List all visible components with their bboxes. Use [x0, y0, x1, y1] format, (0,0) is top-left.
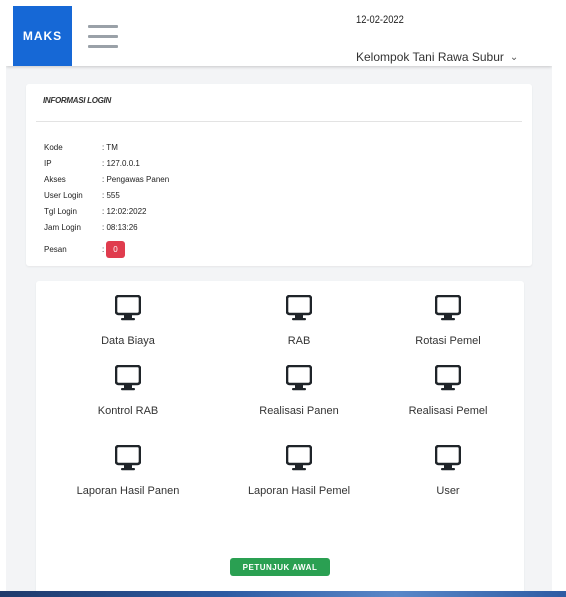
menu-tile-realisasi-panen[interactable]: Realisasi Panen: [219, 365, 379, 417]
monitor-icon: [286, 365, 312, 391]
group-name: Kelompok Tani Rawa Subur: [356, 50, 504, 64]
monitor-icon: [115, 295, 141, 321]
monitor-icon: [435, 445, 461, 471]
info-row-tgl-login: Tgl Login: 12:02:2022: [44, 206, 147, 216]
menu-tile-rab[interactable]: RAB: [219, 295, 379, 347]
top-bar: MAKS 12-02-2022 Kelompok Tani Rawa Subur…: [6, 6, 552, 66]
menu-tile-label: Kontrol RAB: [97, 405, 159, 417]
current-date: 12-02-2022: [356, 14, 404, 26]
monitor-icon: [115, 365, 141, 391]
monitor-icon: [286, 295, 312, 321]
menu-tile-label: Realisasi Panen: [259, 405, 339, 417]
menu-tile-label: Realisasi Pemel: [408, 405, 488, 417]
menu-card: Data Biaya RAB Rotasi Pemel Kontrol RAB …: [36, 281, 524, 591]
brand-logo[interactable]: MAKS: [13, 6, 72, 66]
monitor-icon: [286, 445, 312, 471]
menu-tile-laporan-hasil-panen[interactable]: Laporan Hasil Panen: [48, 445, 208, 497]
login-info-card: INFORMASI LOGIN Kode: TM IP: 127.0.0.1 A…: [26, 84, 532, 266]
app-frame: MAKS 12-02-2022 Kelompok Tani Rawa Subur…: [6, 6, 552, 591]
info-row-kode: Kode: TM: [44, 142, 118, 152]
menu-tile-label: RAB: [287, 335, 311, 347]
menu-tile-data-biaya[interactable]: Data Biaya: [48, 295, 208, 347]
monitor-icon: [115, 445, 141, 471]
menu-tile-label: Laporan Hasil Pemel: [247, 485, 351, 497]
monitor-icon: [435, 295, 461, 321]
monitor-icon: [435, 365, 461, 391]
info-row-ip: IP: 127.0.0.1: [44, 158, 140, 168]
login-info-title: INFORMASI LOGIN: [43, 96, 111, 105]
chevron-down-icon: ⌄: [509, 51, 519, 63]
menu-tile-label: Laporan Hasil Panen: [76, 485, 180, 497]
start-guide-button[interactable]: PETUNJUK AWAL: [230, 558, 330, 576]
login-info-list: Kode: TM IP: 127.0.0.1 Akses: Pengawas P…: [44, 139, 169, 261]
divider: [36, 121, 522, 122]
menu-toggle-icon[interactable]: [88, 25, 118, 49]
menu-tile-realisasi-pemel[interactable]: Realisasi Pemel: [368, 365, 528, 417]
message-count-badge[interactable]: 0: [106, 240, 125, 258]
info-row-pesan: Pesan : 0: [44, 237, 169, 261]
info-row-akses: Akses: Pengawas Panen: [44, 174, 170, 184]
os-taskbar: [0, 591, 566, 597]
menu-tile-label: Data Biaya: [101, 335, 155, 347]
group-dropdown[interactable]: Kelompok Tani Rawa Subur ⌄: [356, 50, 518, 64]
menu-tile-rotasi-pemel[interactable]: Rotasi Pemel: [368, 295, 528, 347]
menu-tile-kontrol-rab[interactable]: Kontrol RAB: [48, 365, 208, 417]
menu-tile-user[interactable]: User: [368, 445, 528, 497]
menu-tile-label: Rotasi Pemel: [415, 335, 481, 347]
menu-tile-laporan-hasil-pemel[interactable]: Laporan Hasil Pemel: [219, 445, 379, 497]
info-row-user-login: User Login: 555: [44, 190, 120, 200]
info-row-jam-login: Jam Login: 08:13:26: [44, 222, 138, 232]
menu-tile-label: User: [436, 485, 460, 497]
